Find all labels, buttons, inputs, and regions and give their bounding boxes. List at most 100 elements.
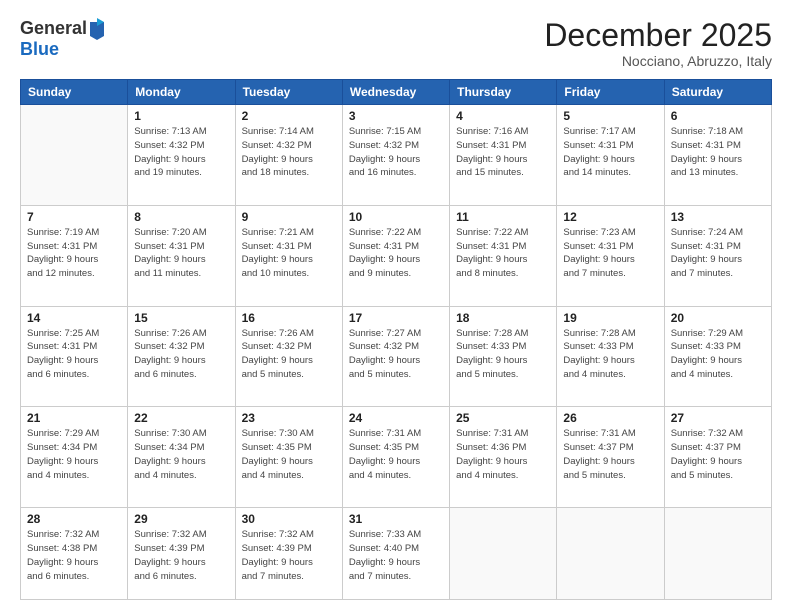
- calendar-cell: 24 Sunrise: 7:31 AM Sunset: 4:35 PM Dayli…: [342, 407, 449, 508]
- month-title: December 2025: [544, 18, 772, 53]
- calendar-cell: [21, 105, 128, 206]
- day-info: Sunrise: 7:32 AM Sunset: 4:39 PM Dayligh…: [134, 528, 228, 583]
- day-number: 6: [671, 109, 765, 123]
- calendar-cell: 13 Sunrise: 7:24 AM Sunset: 4:31 PM Dayli…: [664, 205, 771, 306]
- calendar-cell: 16 Sunrise: 7:26 AM Sunset: 4:32 PM Dayli…: [235, 306, 342, 407]
- day-info: Sunrise: 7:30 AM Sunset: 4:35 PM Dayligh…: [242, 427, 336, 482]
- calendar-cell: [664, 508, 771, 600]
- calendar-cell: 14 Sunrise: 7:25 AM Sunset: 4:31 PM Dayli…: [21, 306, 128, 407]
- day-number: 31: [349, 512, 443, 526]
- calendar-cell: 2 Sunrise: 7:14 AM Sunset: 4:32 PM Daylig…: [235, 105, 342, 206]
- day-info: Sunrise: 7:23 AM Sunset: 4:31 PM Dayligh…: [563, 226, 657, 281]
- logo-blue: Blue: [20, 39, 59, 59]
- day-number: 20: [671, 311, 765, 325]
- day-number: 7: [27, 210, 121, 224]
- logo: General Blue: [20, 18, 106, 60]
- day-number: 1: [134, 109, 228, 123]
- calendar-cell: 15 Sunrise: 7:26 AM Sunset: 4:32 PM Dayli…: [128, 306, 235, 407]
- calendar-cell: [450, 508, 557, 600]
- day-number: 19: [563, 311, 657, 325]
- logo-icon: [88, 18, 106, 40]
- calendar-cell: 11 Sunrise: 7:22 AM Sunset: 4:31 PM Dayli…: [450, 205, 557, 306]
- day-info: Sunrise: 7:33 AM Sunset: 4:40 PM Dayligh…: [349, 528, 443, 583]
- day-number: 30: [242, 512, 336, 526]
- col-monday: Monday: [128, 80, 235, 105]
- day-info: Sunrise: 7:26 AM Sunset: 4:32 PM Dayligh…: [134, 327, 228, 382]
- calendar-cell: 27 Sunrise: 7:32 AM Sunset: 4:37 PM Dayli…: [664, 407, 771, 508]
- day-number: 17: [349, 311, 443, 325]
- calendar-cell: 12 Sunrise: 7:23 AM Sunset: 4:31 PM Dayli…: [557, 205, 664, 306]
- day-number: 23: [242, 411, 336, 425]
- day-number: 10: [349, 210, 443, 224]
- day-number: 16: [242, 311, 336, 325]
- calendar-cell: 5Sunrise: 7:17 AM Sunset: 4:31 PM Daylig…: [557, 105, 664, 206]
- day-info: Sunrise: 7:14 AM Sunset: 4:32 PM Dayligh…: [242, 125, 336, 180]
- title-block: December 2025 Nocciano, Abruzzo, Italy: [544, 18, 772, 69]
- day-number: 28: [27, 512, 121, 526]
- calendar-cell: 21 Sunrise: 7:29 AM Sunset: 4:34 PM Dayli…: [21, 407, 128, 508]
- calendar-table: Sunday Monday Tuesday Wednesday Thursday…: [20, 79, 772, 600]
- day-info: Sunrise: 7:19 AM Sunset: 4:31 PM Dayligh…: [27, 226, 121, 281]
- calendar-cell: 29 Sunrise: 7:32 AM Sunset: 4:39 PM Dayli…: [128, 508, 235, 600]
- calendar-cell: 28Sunrise: 7:32 AM Sunset: 4:38 PM Dayli…: [21, 508, 128, 600]
- day-number: 26: [563, 411, 657, 425]
- logo-general: General: [20, 19, 87, 39]
- col-saturday: Saturday: [664, 80, 771, 105]
- day-info: Sunrise: 7:22 AM Sunset: 4:31 PM Dayligh…: [349, 226, 443, 281]
- day-info: Sunrise: 7:32 AM Sunset: 4:37 PM Dayligh…: [671, 427, 765, 482]
- calendar-cell: 8 Sunrise: 7:20 AM Sunset: 4:31 PM Daylig…: [128, 205, 235, 306]
- day-number: 21: [27, 411, 121, 425]
- day-info: Sunrise: 7:28 AM Sunset: 4:33 PM Dayligh…: [563, 327, 657, 382]
- day-info: Sunrise: 7:22 AM Sunset: 4:31 PM Dayligh…: [456, 226, 550, 281]
- calendar-cell: 3Sunrise: 7:15 AM Sunset: 4:32 PM Daylig…: [342, 105, 449, 206]
- calendar-cell: 6 Sunrise: 7:18 AM Sunset: 4:31 PM Daylig…: [664, 105, 771, 206]
- day-number: 3: [349, 109, 443, 123]
- day-number: 13: [671, 210, 765, 224]
- day-number: 12: [563, 210, 657, 224]
- calendar-cell: 10 Sunrise: 7:22 AM Sunset: 4:31 PM Dayli…: [342, 205, 449, 306]
- calendar-cell: 22Sunrise: 7:30 AM Sunset: 4:34 PM Dayli…: [128, 407, 235, 508]
- day-number: 29: [134, 512, 228, 526]
- day-number: 22: [134, 411, 228, 425]
- day-number: 18: [456, 311, 550, 325]
- col-sunday: Sunday: [21, 80, 128, 105]
- day-number: 4: [456, 109, 550, 123]
- day-number: 24: [349, 411, 443, 425]
- day-info: Sunrise: 7:31 AM Sunset: 4:36 PM Dayligh…: [456, 427, 550, 482]
- day-number: 15: [134, 311, 228, 325]
- day-info: Sunrise: 7:20 AM Sunset: 4:31 PM Dayligh…: [134, 226, 228, 281]
- calendar-cell: 31 Sunrise: 7:33 AM Sunset: 4:40 PM Dayli…: [342, 508, 449, 600]
- col-thursday: Thursday: [450, 80, 557, 105]
- calendar-cell: 17 Sunrise: 7:27 AM Sunset: 4:32 PM Dayli…: [342, 306, 449, 407]
- location: Nocciano, Abruzzo, Italy: [544, 53, 772, 69]
- calendar-cell: 26 Sunrise: 7:31 AM Sunset: 4:37 PM Dayli…: [557, 407, 664, 508]
- page: General Blue December 2025 Nocciano, Abr…: [0, 0, 792, 612]
- day-number: 11: [456, 210, 550, 224]
- day-number: 14: [27, 311, 121, 325]
- day-info: Sunrise: 7:27 AM Sunset: 4:32 PM Dayligh…: [349, 327, 443, 382]
- day-number: 2: [242, 109, 336, 123]
- day-info: Sunrise: 7:25 AM Sunset: 4:31 PM Dayligh…: [27, 327, 121, 382]
- day-info: Sunrise: 7:32 AM Sunset: 4:39 PM Dayligh…: [242, 528, 336, 583]
- day-info: Sunrise: 7:17 AM Sunset: 4:31 PM Dayligh…: [563, 125, 657, 180]
- col-tuesday: Tuesday: [235, 80, 342, 105]
- day-number: 27: [671, 411, 765, 425]
- day-info: Sunrise: 7:26 AM Sunset: 4:32 PM Dayligh…: [242, 327, 336, 382]
- day-info: Sunrise: 7:18 AM Sunset: 4:31 PM Dayligh…: [671, 125, 765, 180]
- calendar-cell: 7 Sunrise: 7:19 AM Sunset: 4:31 PM Daylig…: [21, 205, 128, 306]
- calendar-cell: 9Sunrise: 7:21 AM Sunset: 4:31 PM Daylig…: [235, 205, 342, 306]
- day-number: 8: [134, 210, 228, 224]
- day-info: Sunrise: 7:24 AM Sunset: 4:31 PM Dayligh…: [671, 226, 765, 281]
- calendar-cell: 4Sunrise: 7:16 AM Sunset: 4:31 PM Daylig…: [450, 105, 557, 206]
- col-wednesday: Wednesday: [342, 80, 449, 105]
- calendar-cell: 18 Sunrise: 7:28 AM Sunset: 4:33 PM Dayli…: [450, 306, 557, 407]
- day-info: Sunrise: 7:29 AM Sunset: 4:34 PM Dayligh…: [27, 427, 121, 482]
- calendar-cell: 19 Sunrise: 7:28 AM Sunset: 4:33 PM Dayli…: [557, 306, 664, 407]
- calendar-header-row: Sunday Monday Tuesday Wednesday Thursday…: [21, 80, 772, 105]
- day-info: Sunrise: 7:31 AM Sunset: 4:35 PM Dayligh…: [349, 427, 443, 482]
- day-info: Sunrise: 7:13 AM Sunset: 4:32 PM Dayligh…: [134, 125, 228, 180]
- calendar-cell: 20Sunrise: 7:29 AM Sunset: 4:33 PM Dayli…: [664, 306, 771, 407]
- day-info: Sunrise: 7:28 AM Sunset: 4:33 PM Dayligh…: [456, 327, 550, 382]
- calendar-cell: 1 Sunrise: 7:13 AM Sunset: 4:32 PM Daylig…: [128, 105, 235, 206]
- day-info: Sunrise: 7:31 AM Sunset: 4:37 PM Dayligh…: [563, 427, 657, 482]
